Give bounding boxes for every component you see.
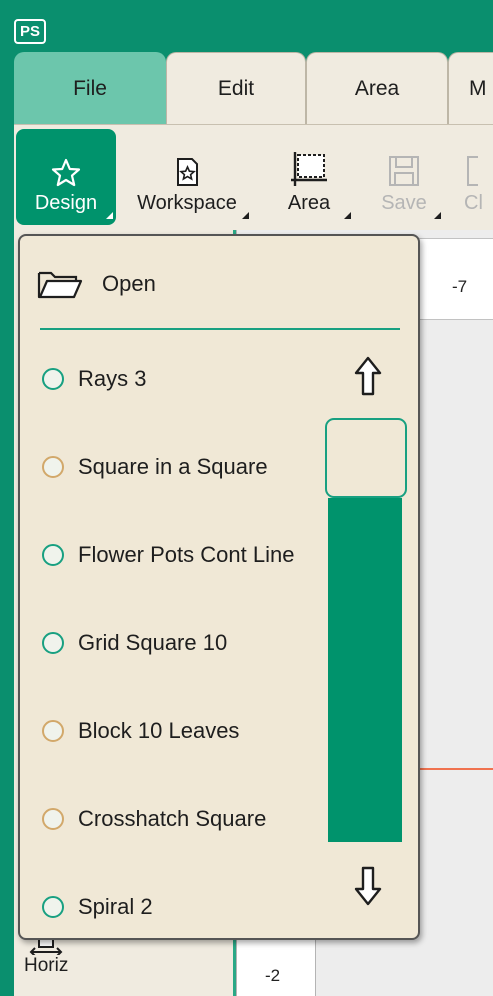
tab-bar: File Edit Area M	[14, 52, 493, 124]
recent-design-label: Rays 3	[78, 366, 147, 391]
ribbon-toolbar: Design Workspace Area Save Cl	[14, 124, 493, 231]
workspace-label: Workspace	[137, 192, 237, 214]
status-dot-icon	[42, 632, 64, 654]
area-icon	[291, 152, 327, 186]
clipped-button[interactable]: Cl	[454, 129, 493, 225]
recent-design-label: Square in a Square	[78, 454, 268, 479]
dropdown-caret-icon	[106, 212, 113, 219]
status-dot-icon	[42, 456, 64, 478]
menu-divider	[40, 328, 400, 330]
arrow-up-icon	[354, 356, 382, 396]
status-dot-icon	[42, 544, 64, 566]
recent-design-item[interactable]: Flower Pots Cont Line	[42, 542, 294, 568]
save-button[interactable]: Save	[364, 129, 444, 225]
tab-file[interactable]: File	[14, 52, 166, 124]
area-button[interactable]: Area	[264, 129, 354, 225]
scrollbar-track[interactable]	[328, 498, 402, 842]
recent-design-item[interactable]: Grid Square 10	[42, 630, 227, 656]
title-bar: PS	[0, 0, 493, 52]
workspace-button[interactable]: Workspace	[122, 129, 252, 225]
recent-design-item[interactable]: Spiral 2	[42, 894, 153, 920]
design-label: Design	[34, 192, 98, 214]
document-icon	[467, 156, 478, 186]
star-icon	[51, 158, 81, 187]
recent-design-item[interactable]: Square in a Square	[42, 454, 268, 480]
dropdown-caret-icon	[344, 212, 351, 219]
open-menu-item[interactable]: Open	[36, 268, 156, 300]
recent-design-label: Flower Pots Cont Line	[78, 542, 295, 567]
horiz-label: Horiz	[24, 955, 69, 976]
recent-design-item[interactable]: Rays 3	[42, 366, 146, 392]
save-icon	[389, 156, 419, 186]
workspace-icon	[177, 158, 198, 186]
design-dropdown-menu: Open Rays 3 Square in a Square Flower Po…	[18, 234, 420, 940]
scrollbar-thumb[interactable]	[325, 418, 407, 498]
status-dot-icon	[42, 896, 64, 918]
scroll-up-button[interactable]	[348, 354, 388, 398]
tab-area[interactable]: Area	[306, 52, 448, 124]
status-dot-icon	[42, 368, 64, 390]
recent-design-label: Spiral 2	[78, 894, 153, 919]
save-label: Save	[381, 192, 427, 214]
recent-design-item[interactable]: Crosshatch Square	[42, 806, 266, 832]
arrow-down-icon	[354, 866, 382, 906]
horiz-button[interactable]: Horiz	[24, 935, 68, 977]
folder-icon	[37, 271, 83, 299]
status-dot-icon	[42, 720, 64, 742]
tab-more[interactable]: M	[448, 52, 493, 124]
recent-design-label: Crosshatch Square	[78, 806, 267, 831]
recent-design-label: Block 10 Leaves	[78, 718, 240, 743]
scroll-down-button[interactable]	[348, 864, 388, 908]
area-label: Area	[287, 192, 331, 214]
dropdown-caret-icon	[434, 212, 441, 219]
design-button[interactable]: Design	[16, 129, 116, 225]
open-label: Open	[102, 271, 156, 296]
tab-edit[interactable]: Edit	[166, 52, 306, 124]
recent-design-item[interactable]: Block 10 Leaves	[42, 718, 239, 744]
recent-design-label: Grid Square 10	[78, 630, 228, 655]
clipped-label: Cl	[464, 192, 483, 214]
ruler-label-bottom: -2	[265, 966, 281, 985]
dropdown-caret-icon	[242, 212, 249, 219]
ruler-label-top: -7	[452, 277, 468, 296]
status-dot-icon	[42, 808, 64, 830]
app-logo: PS	[14, 19, 46, 44]
